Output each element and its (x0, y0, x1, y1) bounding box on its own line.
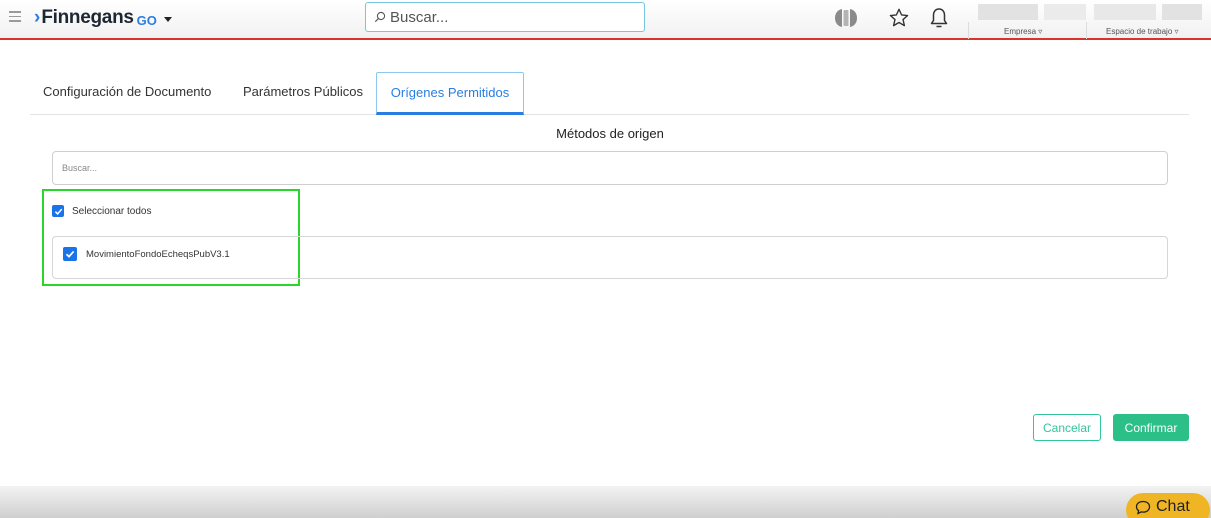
checkbox-checked-icon[interactable] (52, 205, 64, 217)
menu-icon[interactable] (9, 11, 21, 25)
search-icon (374, 11, 386, 23)
user-info-blurred (1094, 4, 1156, 20)
user-info-blurred (1162, 4, 1202, 20)
brand-chevron-icon: › (34, 7, 41, 28)
brand-logo[interactable]: › Finnegans GO (34, 6, 172, 30)
cancel-button[interactable]: Cancelar (1033, 414, 1101, 441)
brand-suffix: GO (136, 12, 157, 28)
chat-button[interactable]: Chat (1126, 493, 1210, 518)
methods-list: MovimientoFondoEcheqsPubV3.1 (52, 236, 1168, 279)
workspace-selector[interactable]: Espacio de trabajo ▿ (1106, 27, 1179, 36)
global-search[interactable] (365, 2, 645, 32)
user-info-blurred (1044, 4, 1086, 20)
favorites-star-icon[interactable] (884, 5, 914, 31)
divider (968, 22, 969, 39)
brand-name: Finnegans (41, 7, 134, 28)
methods-search-input[interactable] (52, 151, 1168, 185)
chat-bubble-icon (1135, 500, 1151, 515)
tab-bar: Configuración de Documento Parámetros Pú… (30, 72, 1189, 115)
tab-public-params[interactable]: Parámetros Públicos (243, 72, 363, 115)
footer-bar (0, 486, 1211, 518)
notifications-bell-icon[interactable] (928, 5, 950, 31)
top-bar: › Finnegans GO Empresa ▿ Espacio (0, 0, 1211, 40)
global-search-input[interactable] (390, 8, 630, 26)
tab-document-config[interactable]: Configuración de Documento (43, 72, 211, 115)
user-info-blurred (978, 4, 1038, 20)
divider (1086, 22, 1087, 39)
list-item[interactable]: MovimientoFondoEcheqsPubV3.1 (63, 247, 230, 261)
list-item-label: MovimientoFondoEcheqsPubV3.1 (86, 248, 230, 260)
tab-allowed-origins[interactable]: Orígenes Permitidos (376, 72, 524, 115)
select-all-label: Seleccionar todos (72, 205, 152, 217)
select-all-checkbox[interactable]: Seleccionar todos (52, 205, 152, 217)
confirm-button[interactable]: Confirmar (1113, 414, 1189, 441)
caret-down-icon[interactable] (163, 17, 172, 22)
empresa-selector[interactable]: Empresa ▿ (1004, 27, 1042, 36)
checkbox-checked-icon[interactable] (63, 247, 77, 261)
company-logo-icon[interactable] (830, 5, 862, 31)
chat-label: Chat (1156, 498, 1190, 515)
section-title: Métodos de origen (556, 126, 664, 141)
